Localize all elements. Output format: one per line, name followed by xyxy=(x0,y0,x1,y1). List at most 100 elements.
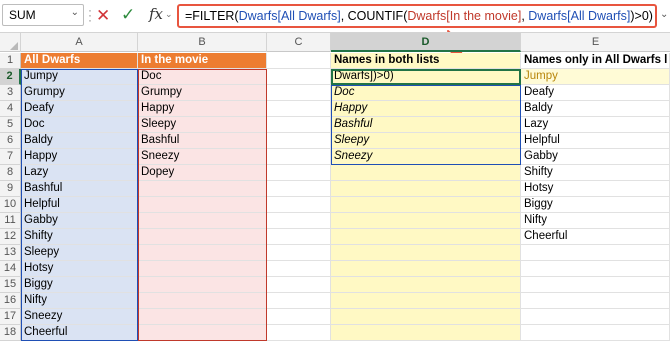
column-header-c[interactable]: C xyxy=(267,33,331,52)
empty-cell[interactable] xyxy=(267,181,331,197)
empty-cell[interactable] xyxy=(267,325,331,341)
row-header[interactable]: 17 xyxy=(0,309,21,325)
names-in-both-cell[interactable]: Sneezy xyxy=(331,149,521,165)
empty-cell[interactable] xyxy=(267,69,331,85)
names-only-cell[interactable] xyxy=(521,245,670,261)
grip-dots-icon[interactable]: · · · xyxy=(88,4,92,26)
names-only-cell[interactable] xyxy=(521,261,670,277)
all-dwarfs-cell[interactable]: Hotsy xyxy=(21,261,138,277)
all-dwarfs-cell[interactable]: Shifty xyxy=(21,229,138,245)
in-the-movie-cell[interactable] xyxy=(138,229,267,245)
names-only-cell[interactable]: Biggy xyxy=(521,197,670,213)
all-dwarfs-cell[interactable]: Nifty xyxy=(21,293,138,309)
row-header[interactable]: 3 xyxy=(0,85,21,101)
all-dwarfs-cell[interactable]: Gabby xyxy=(21,213,138,229)
names-only-cell[interactable]: Deafy xyxy=(521,85,670,101)
in-the-movie-cell[interactable]: Sneezy xyxy=(138,149,267,165)
in-the-movie-cell[interactable]: Grumpy xyxy=(138,85,267,101)
chevron-down-icon[interactable]: ⌄ xyxy=(165,9,173,20)
row-header[interactable]: 2 xyxy=(0,69,21,85)
in-the-movie-cell[interactable]: Bashful xyxy=(138,133,267,149)
names-only-cell[interactable] xyxy=(521,293,670,309)
select-all-button[interactable] xyxy=(0,33,21,52)
row-header[interactable]: 1 xyxy=(0,53,21,69)
empty-cell[interactable] xyxy=(267,229,331,245)
all-dwarfs-cell[interactable]: Helpful xyxy=(21,197,138,213)
all-dwarfs-cell[interactable]: Sneezy xyxy=(21,309,138,325)
names-in-both-cell[interactable] xyxy=(331,277,521,293)
row-header[interactable]: 10 xyxy=(0,197,21,213)
names-only-cell[interactable]: Helpful xyxy=(521,133,670,149)
row-header[interactable]: 8 xyxy=(0,165,21,181)
column-header-b[interactable]: B xyxy=(138,33,267,52)
empty-cell[interactable] xyxy=(267,245,331,261)
name-box[interactable]: SUM ⌄ xyxy=(2,4,84,26)
empty-cell[interactable] xyxy=(267,53,331,69)
names-in-both-cell[interactable] xyxy=(331,213,521,229)
in-the-movie-cell[interactable] xyxy=(138,309,267,325)
names-in-both-cell[interactable]: Happy xyxy=(331,101,521,117)
chevron-down-icon[interactable]: ⌄ xyxy=(71,7,79,18)
names-only-cell[interactable] xyxy=(521,325,670,341)
column-header-d[interactable]: D xyxy=(331,33,521,52)
names-in-both-cell[interactable] xyxy=(331,325,521,341)
in-the-movie-cell[interactable] xyxy=(138,181,267,197)
names-in-both-cell[interactable] xyxy=(331,165,521,181)
all-dwarfs-cell[interactable]: Bashful xyxy=(21,181,138,197)
header-in-the-movie[interactable]: In the movie xyxy=(138,53,267,69)
all-dwarfs-cell[interactable]: Happy xyxy=(21,149,138,165)
names-in-both-cell[interactable]: Doc xyxy=(331,85,521,101)
empty-cell[interactable] xyxy=(267,213,331,229)
empty-cell[interactable] xyxy=(267,133,331,149)
row-header[interactable]: 16 xyxy=(0,293,21,309)
row-header[interactable]: 18 xyxy=(0,325,21,341)
in-the-movie-cell[interactable] xyxy=(138,277,267,293)
in-the-movie-cell[interactable] xyxy=(138,197,267,213)
all-dwarfs-cell[interactable]: Doc xyxy=(21,117,138,133)
header-all-dwarfs[interactable]: All Dwarfs xyxy=(21,53,138,69)
names-only-cell[interactable]: Nifty xyxy=(521,213,670,229)
active-edit-cell[interactable]: Dwarfs])>0) xyxy=(331,69,521,85)
empty-cell[interactable] xyxy=(267,165,331,181)
names-only-cell[interactable]: Cheerful xyxy=(521,229,670,245)
empty-cell[interactable] xyxy=(267,197,331,213)
names-only-cell[interactable] xyxy=(521,309,670,325)
insert-function-icon[interactable]: fx xyxy=(149,5,163,23)
in-the-movie-cell[interactable]: Doc xyxy=(138,69,267,85)
column-header-e[interactable]: E xyxy=(521,33,670,52)
in-the-movie-cell[interactable] xyxy=(138,213,267,229)
empty-cell[interactable] xyxy=(267,101,331,117)
in-the-movie-cell[interactable]: Sleepy xyxy=(138,117,267,133)
names-only-cell[interactable]: Lazy xyxy=(521,117,670,133)
in-the-movie-cell[interactable] xyxy=(138,261,267,277)
all-dwarfs-cell[interactable]: Sleepy xyxy=(21,245,138,261)
empty-cell[interactable] xyxy=(267,261,331,277)
row-header[interactable]: 15 xyxy=(0,277,21,293)
all-dwarfs-cell[interactable]: Jumpy xyxy=(21,69,138,85)
all-dwarfs-cell[interactable]: Lazy xyxy=(21,165,138,181)
in-the-movie-cell[interactable]: Dopey xyxy=(138,165,267,181)
empty-cell[interactable] xyxy=(267,149,331,165)
names-in-both-cell[interactable] xyxy=(331,181,521,197)
names-in-both-cell[interactable] xyxy=(331,309,521,325)
names-in-both-cell[interactable] xyxy=(331,293,521,309)
all-dwarfs-cell[interactable]: Baldy xyxy=(21,133,138,149)
in-the-movie-cell[interactable] xyxy=(138,245,267,261)
column-header-a[interactable]: A xyxy=(21,33,138,52)
empty-cell[interactable] xyxy=(267,117,331,133)
names-only-cell[interactable]: Jumpy xyxy=(521,69,670,85)
names-in-both-cell[interactable] xyxy=(331,229,521,245)
in-the-movie-cell[interactable]: Happy xyxy=(138,101,267,117)
in-the-movie-cell[interactable] xyxy=(138,293,267,309)
all-dwarfs-cell[interactable]: Deafy xyxy=(21,101,138,117)
formula-input[interactable]: =FILTER(Dwarfs[All Dwarfs], COUNTIF(Dwar… xyxy=(177,4,657,28)
names-in-both-cell[interactable] xyxy=(331,245,521,261)
cancel-icon[interactable]: ✕ xyxy=(96,6,110,26)
names-only-cell[interactable]: Hotsy xyxy=(521,181,670,197)
enter-icon[interactable]: ✓ xyxy=(121,5,135,25)
expand-formula-bar-icon[interactable]: ⌄ xyxy=(660,9,668,20)
names-in-both-cell[interactable] xyxy=(331,197,521,213)
row-header[interactable]: 11 xyxy=(0,213,21,229)
row-header[interactable]: 4 xyxy=(0,101,21,117)
in-the-movie-cell[interactable] xyxy=(138,325,267,341)
